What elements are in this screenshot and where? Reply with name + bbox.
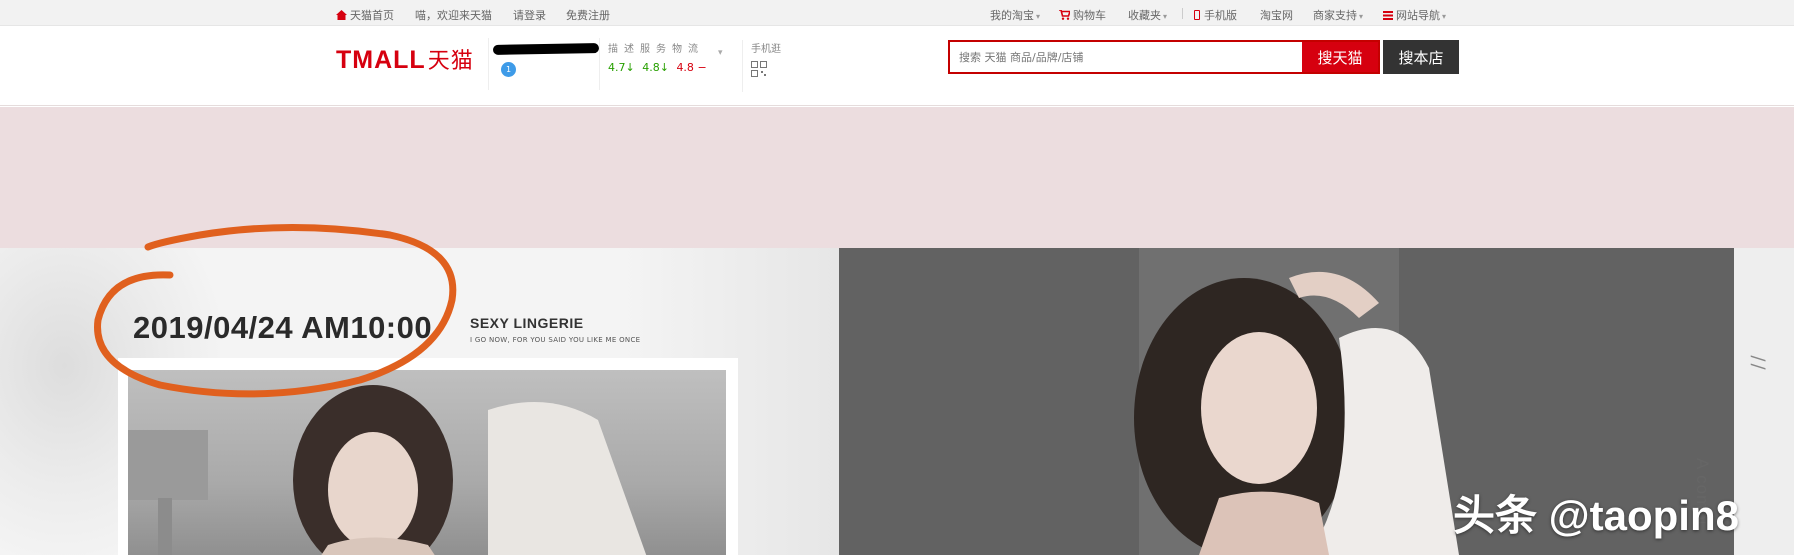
merchant-support-label: 商家支持 (1313, 9, 1357, 22)
side-slash-text: // (1747, 355, 1769, 372)
my-taobao-label: 我的淘宝 (990, 9, 1034, 22)
model-photo-left[interactable] (128, 370, 726, 555)
topbar-divider (1182, 8, 1183, 19)
search-shop-button[interactable]: 搜本店 (1383, 40, 1459, 74)
cart-link[interactable]: 购物车 (1059, 7, 1106, 23)
toutiao-watermark: 头条 @taopin8 (1453, 492, 1739, 539)
home-icon (336, 10, 347, 20)
list-icon (1383, 11, 1393, 20)
shop-name-redaction (492, 43, 600, 55)
cart-label: 购物车 (1073, 9, 1106, 22)
rating-description-value: 4.7 (608, 61, 626, 74)
home-link[interactable]: 天猫首页 (336, 7, 394, 23)
side-strip (1734, 248, 1794, 555)
shop-info[interactable]: 1 (488, 38, 600, 90)
model-photo-left-illustration (128, 385, 647, 555)
sitemap-menu[interactable]: 网站导航 ▾ (1383, 7, 1446, 23)
greeting-text: 喵，欢迎来天猫 (415, 9, 492, 22)
sitemap-label: 网站导航 (1396, 9, 1440, 22)
favorites-label: 收藏夹 (1128, 9, 1161, 22)
chevron-down-icon[interactable]: ▾ (718, 48, 723, 58)
home-link-label: 天猫首页 (350, 9, 394, 22)
search-input[interactable] (950, 42, 1302, 72)
login-link[interactable]: 请登录 (513, 7, 546, 23)
chevron-down-icon: ▾ (1163, 12, 1168, 21)
shop-level-badge: 1 (501, 62, 516, 77)
banner-title: SEXY LINGERIE (470, 315, 584, 331)
site-header: TMALL天猫 1 描述服务物流 4.7↓ 4.8↓ 4.8 − ▾ 手机逛 搜… (0, 26, 1794, 106)
merchant-support-menu[interactable]: 商家支持 ▾ (1313, 7, 1363, 23)
taobao-link[interactable]: 淘宝网 (1260, 7, 1293, 23)
logo-cn: 天猫 (427, 48, 474, 73)
chevron-down-icon: ▾ (1442, 12, 1447, 21)
banner-tagline: I GO NOW, FOR YOU SAID YOU LIKE ME ONCE (470, 336, 641, 344)
rating-description: 4.7↓ (608, 61, 635, 74)
shop-ratings[interactable]: 描述服务物流 4.7↓ 4.8↓ 4.8 − (608, 40, 708, 74)
favorites-menu[interactable]: 收藏夹 ▾ (1128, 7, 1167, 23)
chevron-down-icon: ▾ (1359, 12, 1364, 21)
qr-code-icon (751, 61, 767, 77)
cart-icon (1059, 10, 1070, 20)
mobile-qr-label: 手机逛 (751, 44, 781, 55)
rating-logistics-value: 4.8 (676, 61, 694, 74)
launch-date: 2019/04/24 AM10:00 (133, 310, 433, 345)
phone-icon (1194, 10, 1200, 20)
chevron-down-icon: ▾ (1036, 12, 1041, 21)
rating-service: 4.8↓ (642, 61, 669, 74)
arrow-down-icon: ↓ (625, 61, 635, 74)
arrow-down-icon: ↓ (659, 61, 669, 74)
rating-labels: 描述服务物流 (608, 44, 704, 55)
my-taobao-menu[interactable]: 我的淘宝 ▾ (990, 7, 1040, 23)
rating-logistics: 4.8 − (676, 61, 706, 74)
mobile-link[interactable]: 手机版 (1194, 7, 1237, 23)
site-topbar: 天猫首页 喵，欢迎来天猫 请登录 免费注册 我的淘宝 ▾ 购物车 收藏夹 ▾ 手机版… (0, 0, 1794, 26)
register-link[interactable]: 免费注册 (566, 7, 610, 23)
search-box: 搜天猫 (948, 40, 1380, 74)
rating-service-value: 4.8 (642, 61, 660, 74)
banner-band (0, 107, 1794, 248)
tmall-logo[interactable]: TMALL天猫 (336, 43, 474, 75)
search-tmall-button[interactable]: 搜天猫 (1302, 42, 1378, 72)
logo-latin: TMALL (336, 46, 426, 74)
dash-icon: − (697, 61, 707, 74)
mobile-label: 手机版 (1204, 9, 1237, 22)
mobile-qr[interactable]: 手机逛 (742, 40, 781, 92)
